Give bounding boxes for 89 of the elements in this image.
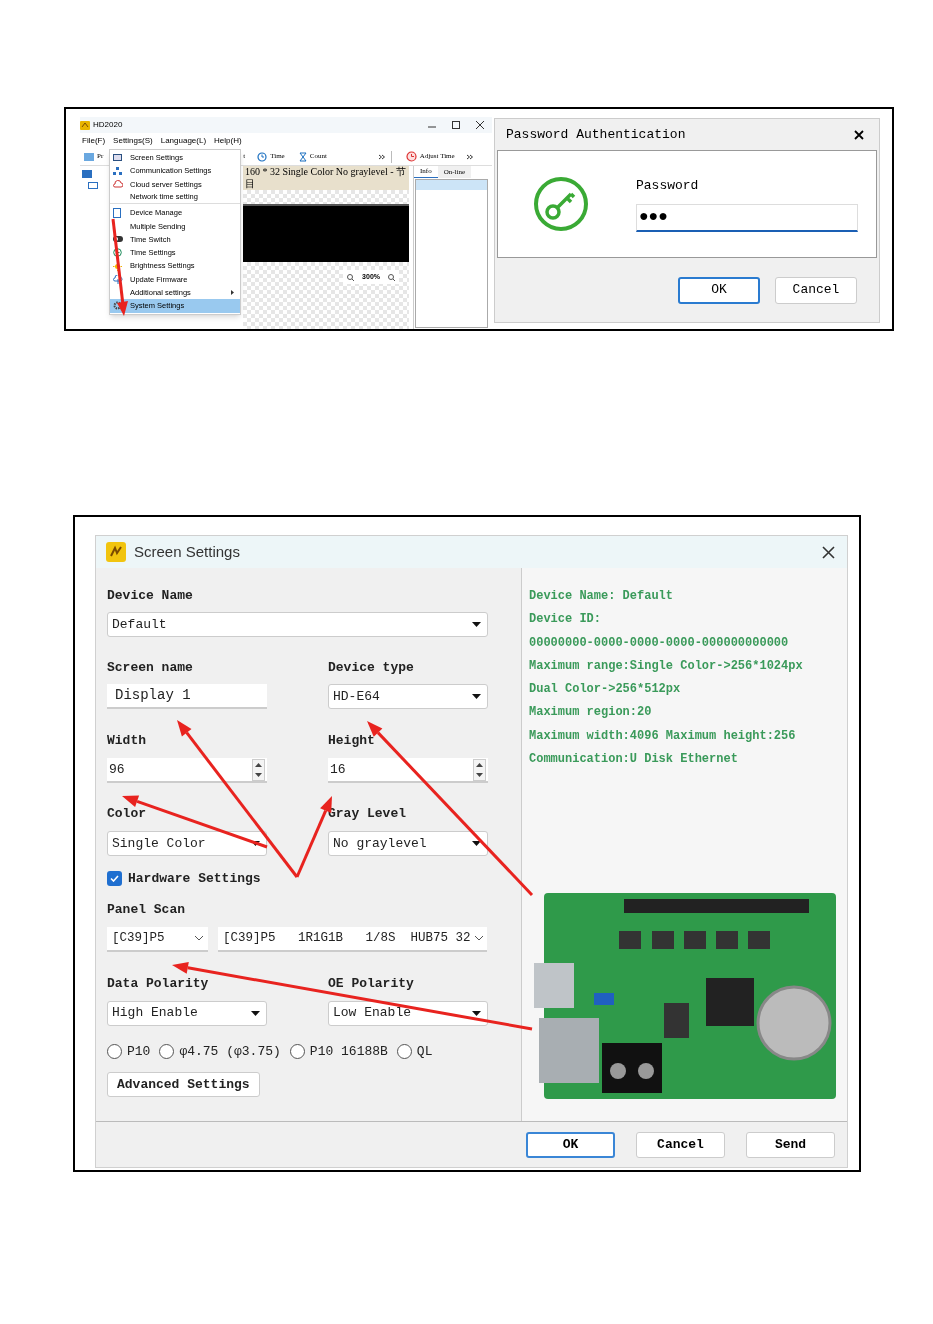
field-label: Device Name [107, 588, 193, 604]
hourglass-icon [298, 151, 307, 162]
radio-button[interactable] [289, 1043, 305, 1059]
number-field[interactable]: 96 [107, 758, 267, 783]
maximize-icon[interactable] [452, 121, 460, 129]
field-label: Height [328, 733, 375, 749]
clock-icon [257, 151, 268, 162]
field-label: Screen name [107, 660, 193, 676]
field-label: Password [636, 177, 700, 196]
dropdown[interactable]: High Enable [107, 1000, 267, 1026]
radio-button[interactable] [396, 1043, 412, 1059]
dropdown[interactable]: HD-E64 [328, 684, 488, 709]
chevron-down-icon [473, 935, 483, 941]
dropdown-arrow-icon [472, 622, 481, 627]
window-title: HD2020 [93, 119, 123, 131]
sun-icon [113, 261, 122, 271]
menu-item[interactable]: Settings(S) [113, 134, 153, 147]
password-field[interactable]: ●●● [636, 203, 858, 232]
cloud-upload-icon [113, 274, 123, 284]
overflow-icon[interactable] [466, 153, 473, 160]
field-label: OE Polarity [328, 975, 414, 992]
chevron-down-icon [194, 935, 204, 941]
dialog-button[interactable]: OK [678, 276, 760, 304]
program-icon [84, 152, 94, 161]
radio-button[interactable] [159, 1043, 175, 1059]
field-label: Data Polarity [107, 975, 209, 992]
field-label: Device type [328, 660, 414, 676]
dropdown[interactable]: [C39]P5 [107, 926, 208, 952]
status-text: 160 * 32 Single Color No graylevel - 节目 [243, 166, 409, 190]
cloud-icon [113, 180, 123, 189]
app-logo-icon [106, 542, 126, 562]
spinner-arrows-icon[interactable] [252, 758, 265, 781]
gear-icon [113, 301, 122, 311]
dropdown[interactable]: Single Color [107, 831, 267, 856]
dialog-button[interactable]: OK [526, 1131, 615, 1158]
checkmark-icon [110, 875, 119, 883]
field-label: Panel Scan [107, 901, 185, 918]
close-icon[interactable] [854, 129, 864, 140]
checkbox[interactable] [107, 871, 122, 887]
network-icon [113, 166, 122, 175]
dropdown-arrow-icon [251, 1010, 260, 1016]
text-field[interactable]: Display 1 [107, 684, 267, 709]
dialog-title: Screen Settings [134, 541, 240, 562]
checkbox-label: Hardware Settings [128, 870, 261, 888]
clock-icon [113, 248, 122, 258]
dropdown[interactable]: Low Enable [328, 1000, 488, 1026]
advanced-settings-button[interactable]: Advanced Settings [107, 1072, 260, 1097]
toggle-icon [113, 236, 123, 243]
document-icon [113, 207, 121, 218]
radio-option[interactable]: φ4.75 (φ3.75) [159, 1041, 281, 1061]
info-text: Maximum width:4096 Maximum height:256 [529, 727, 797, 745]
close-icon[interactable] [822, 545, 835, 559]
overflow-icon[interactable] [378, 153, 385, 160]
radio-option[interactable]: P10 16188B [289, 1041, 388, 1061]
info-text: Communication:U Disk Ethernet [529, 751, 739, 769]
close-icon[interactable] [476, 121, 484, 129]
dialog-title: Password Authentication [506, 125, 686, 144]
field-label: Color [107, 806, 146, 822]
dialog-button[interactable]: Cancel [636, 1131, 725, 1158]
dropdown-arrow-icon [472, 841, 481, 846]
menu-item[interactable]: Language(L) [160, 134, 207, 147]
key-icon [533, 176, 589, 232]
radio-option[interactable]: P10 [107, 1041, 151, 1061]
dropdown-arrow-icon [472, 1010, 481, 1016]
info-text: Dual Color->256*512px [529, 681, 682, 699]
info-text: Device ID: [529, 611, 602, 629]
radio-button[interactable] [107, 1043, 122, 1059]
field-label: Width [107, 733, 146, 749]
dropdown-arrow-icon [251, 841, 260, 846]
dropdown[interactable]: Default [107, 612, 488, 637]
monitor-icon [113, 153, 122, 162]
dropdown[interactable]: [C39]P5 1R1G1B 1/8S HUB75 32 [218, 926, 487, 952]
dialog-button[interactable]: Send [746, 1131, 835, 1158]
menu-item[interactable]: File(F) [82, 134, 106, 147]
dropdown[interactable]: No graylevel [328, 831, 488, 856]
menu-item[interactable]: Help(H) [214, 134, 242, 147]
dialog-button[interactable]: Cancel [775, 276, 857, 304]
info-text: Maximum range:Single Color->256*1024px [529, 657, 804, 675]
info-text: Device Name: Default [529, 588, 675, 605]
zoom-out-icon[interactable] [388, 273, 395, 281]
number-field[interactable]: 16 [328, 758, 488, 783]
clock-icon [405, 151, 417, 162]
info-text: 00000000-0000-0000-0000-000000000000 [529, 634, 790, 652]
info-text: Maximum region:20 [529, 704, 653, 722]
zoom-in-icon[interactable] [347, 273, 355, 281]
dropdown-arrow-icon [472, 694, 481, 699]
app-logo-icon [80, 120, 90, 130]
radio-option[interactable]: QL [396, 1041, 433, 1061]
spinner-arrows-icon[interactable] [473, 758, 486, 781]
